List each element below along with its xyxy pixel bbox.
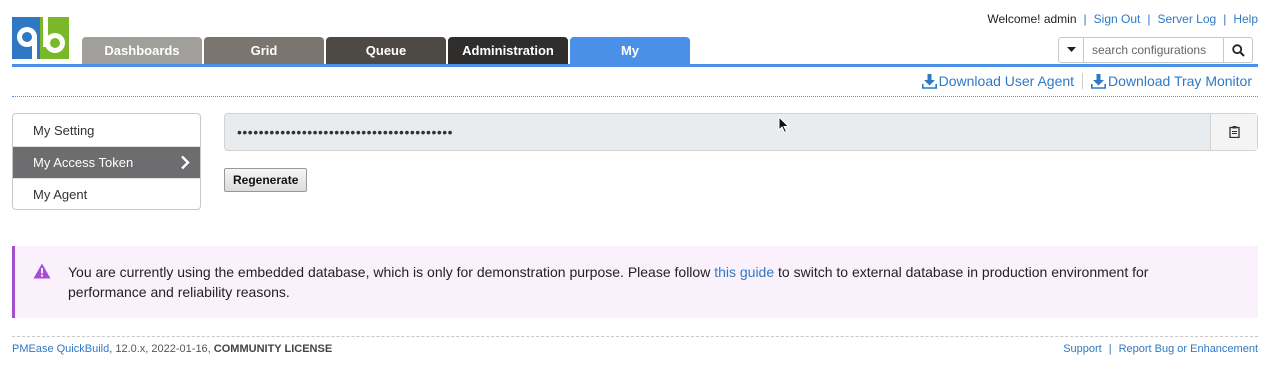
search-input[interactable] xyxy=(1084,38,1223,62)
download-tray-monitor-link[interactable]: Download Tray Monitor xyxy=(1091,73,1252,89)
welcome-text: Welcome! admin xyxy=(987,12,1077,26)
download-tray-monitor-label: Download Tray Monitor xyxy=(1108,73,1252,89)
menu-item-label: My Agent xyxy=(33,187,88,202)
download-user-agent-label: Download User Agent xyxy=(938,73,1075,89)
tab-my[interactable]: My xyxy=(570,37,690,64)
my-side-menu: My Setting My Access Token My Agent xyxy=(12,113,201,210)
search-box xyxy=(1058,37,1253,63)
footer-product-info: PMEase QuickBuild, 12.0.x, 2022-01-16, C… xyxy=(12,343,332,355)
menu-item-my-access-token[interactable]: My Access Token xyxy=(13,146,200,178)
tab-dashboards[interactable]: Dashboards xyxy=(82,37,202,64)
regenerate-button[interactable]: Regenerate xyxy=(224,168,308,192)
warning-message: You are currently using the embedded dat… xyxy=(68,262,1218,302)
quickbuild-logo[interactable] xyxy=(12,17,69,59)
help-link[interactable]: Help xyxy=(1233,12,1258,26)
tab-underline xyxy=(12,64,1258,67)
chevron-right-icon xyxy=(181,155,190,170)
mouse-cursor-icon xyxy=(778,116,790,134)
server-log-link[interactable]: Server Log xyxy=(1157,12,1216,26)
download-icon xyxy=(921,73,937,89)
download-user-agent-link[interactable]: Download User Agent xyxy=(921,73,1075,89)
user-bar: Welcome! admin | Sign Out | Server Log |… xyxy=(987,12,1258,26)
support-link[interactable]: Support xyxy=(1063,343,1102,355)
section-divider xyxy=(12,96,1258,97)
version-info: , 12.0.x, 2022-01-16, xyxy=(109,343,214,355)
report-bug-link[interactable]: Report Bug or Enhancement xyxy=(1119,343,1258,355)
tab-queue[interactable]: Queue xyxy=(326,37,446,64)
copy-token-button[interactable] xyxy=(1210,114,1257,150)
license-label: COMMUNITY LICENSE xyxy=(213,343,333,355)
clipboard-icon xyxy=(1228,126,1240,138)
main-tabs: Dashboards Grid Queue Administration My xyxy=(82,37,692,64)
access-token-field: •••••••••••••••••••••••••••••••••••••••• xyxy=(224,113,1258,151)
menu-item-my-agent[interactable]: My Agent xyxy=(13,178,200,209)
search-icon xyxy=(1231,43,1245,57)
search-scope-dropdown[interactable] xyxy=(1059,38,1084,62)
search-button[interactable] xyxy=(1223,38,1252,62)
warning-triangle-icon xyxy=(33,263,51,279)
menu-item-label: My Setting xyxy=(33,122,95,138)
tab-administration[interactable]: Administration xyxy=(448,37,568,64)
footer-divider xyxy=(12,336,1258,337)
sign-out-link[interactable]: Sign Out xyxy=(1094,12,1141,26)
caret-down-icon xyxy=(1066,47,1076,52)
embedded-database-warning: You are currently using the embedded dat… xyxy=(12,246,1258,318)
divider xyxy=(1082,73,1084,89)
download-icon xyxy=(1091,73,1107,89)
pmease-quickbuild-link[interactable]: PMEase QuickBuild xyxy=(12,343,109,355)
menu-item-my-setting[interactable]: My Setting xyxy=(13,114,200,146)
tab-grid[interactable]: Grid xyxy=(204,37,324,64)
footer-links: Support | Report Bug or Enhancement xyxy=(1063,343,1258,355)
warning-text-before: You are currently using the embedded dat… xyxy=(68,264,715,280)
this-guide-link[interactable]: this guide xyxy=(714,264,774,280)
menu-item-label: My Access Token xyxy=(33,155,134,170)
access-token-value[interactable]: •••••••••••••••••••••••••••••••••••••••• xyxy=(225,114,1210,150)
download-links: Download User Agent Download Tray Monito… xyxy=(921,73,1252,89)
